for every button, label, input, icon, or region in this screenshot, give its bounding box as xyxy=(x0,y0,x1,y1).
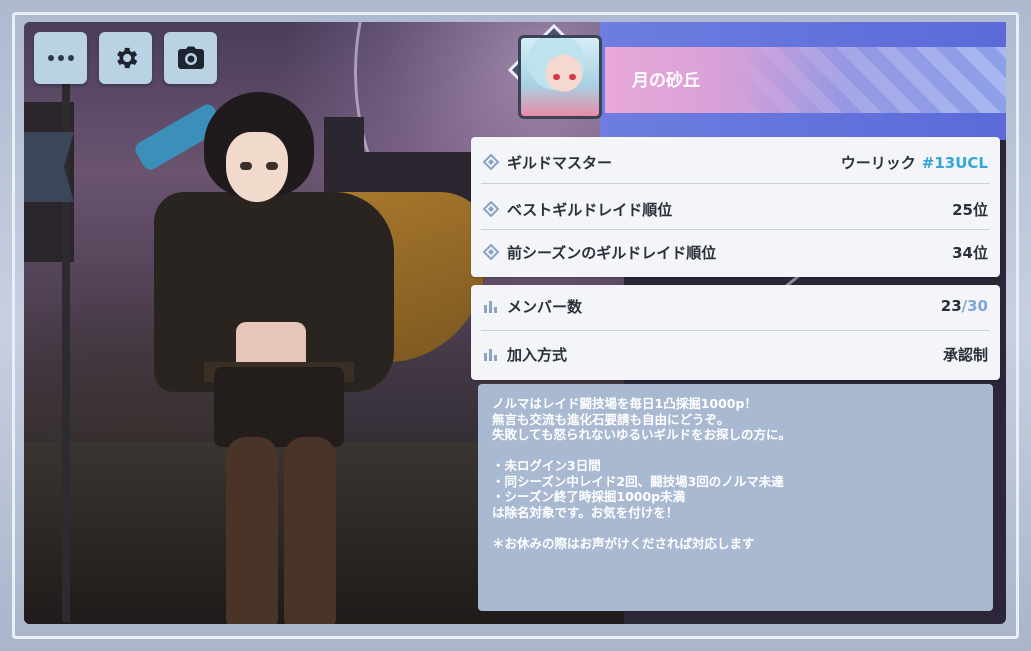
gear-icon xyxy=(116,47,137,69)
best-rank-value: 25位 xyxy=(952,200,988,219)
join-method-label: 加入方式 xyxy=(507,345,568,364)
guild-description: ノルマはレイド闘技場を毎日1凸採掘1000p！ 無言も交流も進化石要請も自由にど… xyxy=(478,384,993,611)
bars-icon xyxy=(484,301,497,313)
guild-name: 月の砂丘 xyxy=(632,71,700,91)
members-max: /30 xyxy=(961,297,988,315)
guild-master-tag: #13UCL xyxy=(921,153,988,172)
diamond-icon xyxy=(483,154,499,170)
guild-master-name[interactable]: ウーリック xyxy=(841,154,916,172)
settings-button[interactable] xyxy=(99,32,152,84)
divider xyxy=(481,229,990,230)
membership-card: メンバー数 23/30 加入方式 承認制 xyxy=(471,285,1000,380)
guild-details-card: ギルドマスター ウーリック #13UCL ベストギルドレイド順位 25位 前シーズ… xyxy=(471,137,1000,277)
members-current: 23 xyxy=(940,297,962,315)
best-rank-row: ベストギルドレイド順位 25位 xyxy=(471,194,1000,224)
diamond-icon xyxy=(483,244,499,260)
guild-master-label: ギルドマスター xyxy=(507,153,613,172)
guild-master-row: ギルドマスター ウーリック #13UCL xyxy=(471,147,1000,177)
more-button[interactable] xyxy=(34,32,87,84)
toolbar xyxy=(34,32,217,84)
prev-rank-value: 34位 xyxy=(952,243,988,262)
bars-icon xyxy=(484,349,497,361)
camera-icon xyxy=(177,46,204,69)
join-method-row: 加入方式 承認制 xyxy=(471,339,1000,369)
members-label: メンバー数 xyxy=(507,297,583,316)
divider xyxy=(481,330,990,331)
members-row: メンバー数 23/30 xyxy=(471,291,1000,321)
join-method-value: 承認制 xyxy=(942,345,988,364)
character-illustration xyxy=(132,82,499,624)
screenshot-button[interactable] xyxy=(164,32,217,84)
guild-avatar xyxy=(518,35,602,119)
best-rank-label: ベストギルドレイド順位 xyxy=(507,200,673,219)
divider xyxy=(481,183,990,184)
guild-description-text: ノルマはレイド闘技場を毎日1凸採掘1000p！ 無言も交流も進化石要請も自由にど… xyxy=(492,396,792,551)
more-icon xyxy=(47,55,74,61)
prev-rank-label: 前シーズンのギルドレイド順位 xyxy=(507,243,717,262)
prev-rank-row: 前シーズンのギルドレイド順位 34位 xyxy=(471,237,1000,267)
diamond-icon xyxy=(483,201,499,217)
